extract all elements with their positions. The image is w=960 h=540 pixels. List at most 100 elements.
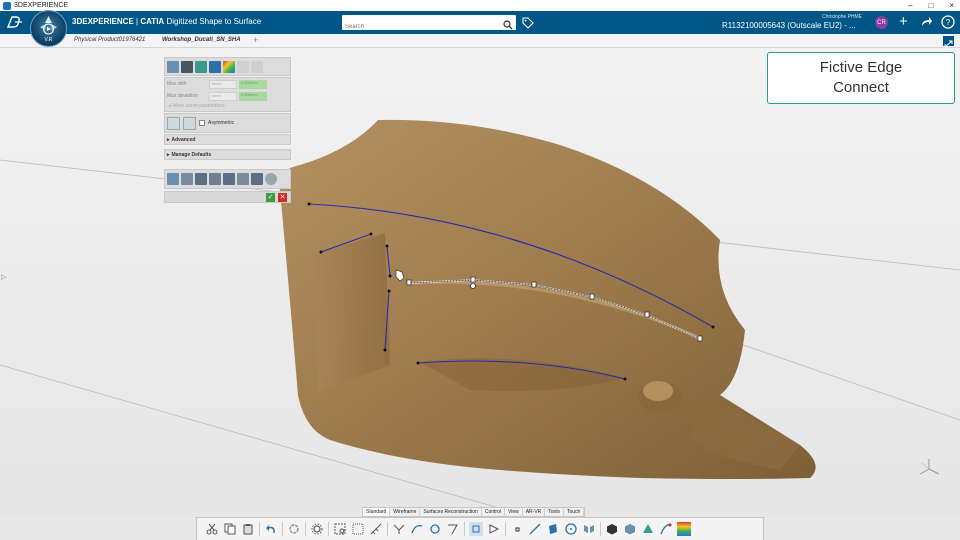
curve-from-scan-icon[interactable] bbox=[392, 522, 406, 536]
fullscreen-icon[interactable] bbox=[943, 36, 954, 48]
cancel-button[interactable]: ✕ bbox=[278, 193, 287, 202]
edge-handle[interactable] bbox=[470, 276, 476, 283]
surface-ridge bbox=[312, 233, 390, 392]
asymmetric-checkbox[interactable] bbox=[199, 120, 205, 126]
curve-analysis-icon[interactable] bbox=[659, 522, 673, 536]
shirt-icon[interactable] bbox=[181, 60, 193, 73]
color-analysis-icon[interactable] bbox=[677, 522, 691, 536]
edge-handle[interactable] bbox=[589, 293, 595, 300]
search-icon[interactable] bbox=[503, 17, 513, 35]
curve-point[interactable] bbox=[319, 250, 323, 254]
callout-line-2: Connect bbox=[833, 79, 889, 96]
fork-tool-icon[interactable] bbox=[223, 173, 235, 185]
bend-icon[interactable] bbox=[446, 522, 460, 536]
max-drift-input[interactable]: 0mm bbox=[209, 79, 237, 89]
tag-icon[interactable] bbox=[522, 16, 534, 34]
ok-button[interactable]: ✓ bbox=[266, 193, 275, 202]
tab-ar-vr[interactable]: AR-VR bbox=[523, 508, 546, 516]
curve-tool-icon[interactable] bbox=[209, 60, 221, 73]
maximize-button[interactable]: □ bbox=[928, 1, 933, 10]
tab-physical-product[interactable]: Physical Product01976421 bbox=[74, 37, 145, 43]
robot-icon[interactable] bbox=[469, 522, 483, 536]
select-surface-icon[interactable] bbox=[167, 173, 179, 185]
gear-icon[interactable] bbox=[265, 173, 277, 185]
curve-point[interactable] bbox=[385, 244, 389, 248]
max-deviation-input[interactable]: 0mm bbox=[209, 91, 237, 101]
tab-workshop[interactable]: Workshop_Ducati_SN_SHA bbox=[162, 37, 241, 43]
curve-point[interactable] bbox=[623, 377, 627, 381]
max-deviation-label: Max deviation bbox=[167, 93, 198, 99]
select-curve-icon[interactable] bbox=[181, 173, 193, 185]
search-box[interactable] bbox=[342, 15, 516, 35]
curve-point[interactable] bbox=[307, 202, 311, 206]
new-tab-button[interactable]: + bbox=[253, 35, 258, 45]
copy-icon[interactable] bbox=[223, 522, 237, 536]
avatar[interactable]: CR bbox=[875, 16, 888, 29]
settings-icon[interactable] bbox=[310, 522, 324, 536]
edit-tool-icon[interactable] bbox=[251, 173, 263, 185]
advanced-section[interactable]: ▸ Advanced bbox=[164, 134, 291, 145]
tab-view[interactable]: View bbox=[505, 508, 523, 516]
tab-tools[interactable]: Tools bbox=[545, 508, 564, 516]
point-tool-icon[interactable] bbox=[195, 173, 207, 185]
edge-handle[interactable] bbox=[406, 279, 412, 286]
compass-tool-icon[interactable] bbox=[487, 522, 501, 536]
manipulator-point[interactable] bbox=[470, 283, 476, 289]
arc-tool-icon[interactable] bbox=[237, 173, 249, 185]
symmetry-icon[interactable] bbox=[167, 116, 180, 130]
plane-icon[interactable] bbox=[546, 522, 560, 536]
edge-handle[interactable] bbox=[697, 335, 703, 342]
curve-point[interactable] bbox=[383, 348, 387, 352]
box-icon[interactable] bbox=[623, 522, 637, 536]
tab-surfaces-reconstruction[interactable]: Surfaces Reconstruction bbox=[420, 508, 482, 516]
close-button[interactable]: × bbox=[949, 1, 954, 10]
curve-point[interactable] bbox=[388, 274, 392, 278]
curve-point[interactable] bbox=[416, 361, 420, 365]
line-icon[interactable] bbox=[528, 522, 542, 536]
max-drift-row: Max drift 0mm 0.000mm bbox=[165, 78, 290, 90]
help-icon[interactable]: ? bbox=[941, 15, 955, 34]
tab-standard[interactable]: Standard bbox=[363, 508, 391, 516]
cone-tool-icon[interactable] bbox=[641, 522, 655, 536]
rotate-icon[interactable] bbox=[428, 522, 442, 536]
cone-icon[interactable] bbox=[195, 60, 207, 73]
curve-point[interactable] bbox=[711, 325, 715, 329]
share-icon[interactable] bbox=[920, 15, 933, 33]
cylinder-tool-icon[interactable] bbox=[209, 173, 221, 185]
curve-point[interactable] bbox=[369, 232, 373, 236]
tab-control[interactable]: Control bbox=[482, 508, 505, 516]
cube-icon[interactable] bbox=[605, 522, 619, 536]
undo-icon[interactable] bbox=[264, 522, 278, 536]
update-icon[interactable] bbox=[287, 522, 301, 536]
mirror-icon[interactable] bbox=[582, 522, 596, 536]
edge-handle[interactable] bbox=[531, 281, 537, 288]
symmetry-plane-icon[interactable] bbox=[183, 116, 196, 130]
compass-button[interactable]: V.R bbox=[30, 10, 67, 47]
analysis-icon[interactable] bbox=[223, 60, 235, 73]
max-deviation-result: 0.008mm bbox=[239, 91, 267, 101]
add-icon[interactable]: + bbox=[899, 14, 908, 29]
compass-version: V.R bbox=[44, 37, 53, 43]
tab-wireframe[interactable]: Wireframe bbox=[390, 508, 421, 516]
sketch-curve-icon[interactable] bbox=[410, 522, 424, 536]
tab-touch[interactable]: Touch bbox=[564, 508, 585, 516]
minimize-button[interactable]: – bbox=[908, 1, 912, 10]
curve-point[interactable] bbox=[387, 289, 391, 293]
edge-handle[interactable] bbox=[644, 311, 650, 318]
tenant-label[interactable]: R1132100005643 (Outscale EU2) - ... bbox=[722, 21, 856, 30]
cut-icon[interactable] bbox=[205, 522, 219, 536]
scene-canvas[interactable] bbox=[0, 48, 960, 514]
more-curve-parameters-link[interactable]: ▸ More curve parameters bbox=[165, 102, 290, 111]
measure-icon[interactable] bbox=[369, 522, 383, 536]
surface-icon[interactable] bbox=[167, 60, 179, 73]
multi-select-icon[interactable] bbox=[351, 522, 365, 536]
manage-defaults-section[interactable]: ▸ Manage Defaults bbox=[164, 149, 291, 160]
paste-icon[interactable] bbox=[241, 522, 255, 536]
search-input[interactable] bbox=[342, 19, 492, 35]
point-icon[interactable] bbox=[510, 522, 524, 536]
3d-viewport[interactable] bbox=[0, 48, 960, 514]
select-icon[interactable] bbox=[333, 522, 347, 536]
axis-triad-icon[interactable] bbox=[916, 455, 942, 482]
expand-tree-icon[interactable]: ▷ bbox=[1, 273, 6, 281]
circle-icon[interactable] bbox=[564, 522, 578, 536]
